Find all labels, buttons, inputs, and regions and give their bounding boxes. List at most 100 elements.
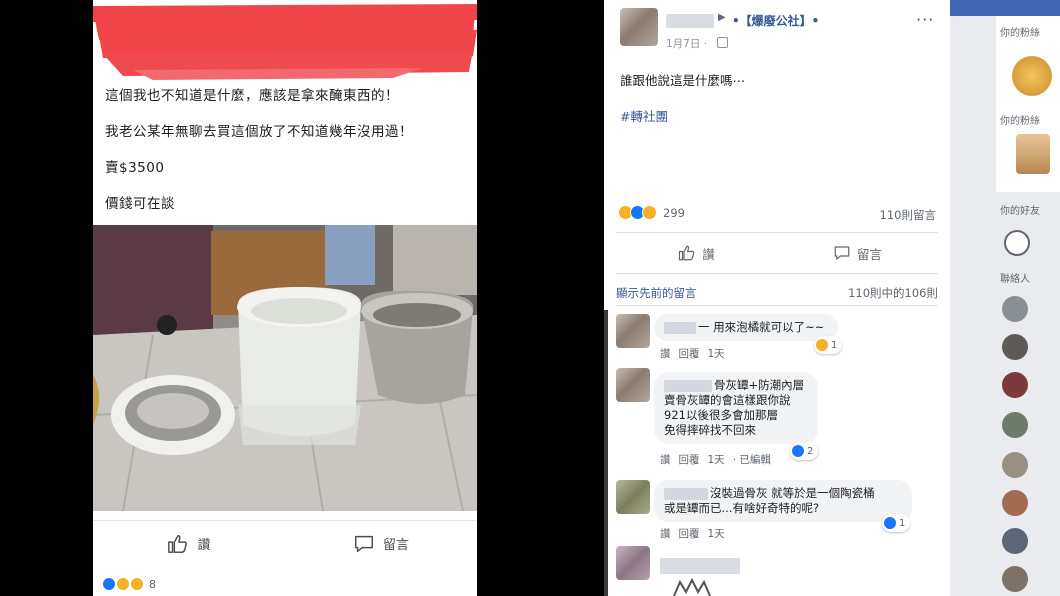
comment-bubble: 沒裝過骨灰 就等於是一個陶瓷桶 或是罈而已...有啥好奇特的呢? — [654, 480, 912, 522]
triangle-right-icon: ▶ — [718, 12, 726, 23]
comment-text-line-3: 921以後很多會加那層 — [664, 408, 778, 422]
show-previous-comments-link[interactable]: 顯示先前的留言 — [616, 285, 697, 301]
like-button[interactable]: 讚 — [616, 233, 777, 273]
contact-avatar[interactable] — [1002, 334, 1028, 360]
comment-reply-link[interactable]: 回覆 — [679, 526, 700, 541]
wow-reaction-icon — [131, 578, 143, 590]
thumbs-up-icon — [679, 245, 695, 261]
left-comment-label: 留言 — [382, 538, 409, 553]
comment-item: 沒裝過骨灰 就等於是一個陶瓷桶 或是罈而已...有啥好奇特的呢? 1 讚 回覆 … — [604, 478, 950, 542]
comment-like-link[interactable]: 讚 — [660, 526, 671, 541]
comment-time[interactable]: 1天 — [708, 452, 725, 467]
comment-reactions[interactable]: 2 — [790, 442, 819, 460]
comment-item: 一 用來泡橘就可以了~~ 1 讚 回覆 1天 — [604, 312, 950, 368]
comment-edited: · 已編輯 — [732, 454, 771, 466]
comment-meta: 讚 回覆 1天 · 已編輯 — [660, 452, 771, 467]
commenter-name-blurred[interactable] — [664, 487, 708, 500]
commenter-name-blurred[interactable] — [664, 379, 712, 392]
sidebar-title-4: 聯絡人 — [1000, 274, 1030, 285]
comment-reactions[interactable]: 1 — [882, 514, 911, 532]
post-hashtag[interactable]: #轉社團 — [620, 106, 668, 125]
commenter-avatar[interactable] — [616, 368, 650, 402]
like-icon — [792, 445, 804, 457]
post-date[interactable]: 1月7日 · — [666, 36, 707, 51]
comment-text-line-1: 沒裝過骨灰 就等於是一個陶瓷桶 — [710, 486, 875, 500]
left-comment-button[interactable]: 留言 — [285, 521, 477, 566]
right-post-panel: ▶ •【爆廢公社】• 1月7日 · ··· 誰跟他說這是什麼嗎⋯ #轉社團 29… — [604, 0, 950, 596]
group-avatar[interactable] — [620, 8, 658, 46]
left-phone-screenshot: 這個我也不知道是什麼，應該是拿來醃東西的！ 我老公某年無聊去買這個放了不知道幾年… — [93, 0, 477, 596]
comment-item: 骨灰罈+防潮內層 賣骨灰罈的會這樣跟你說 921以後很多會加那層 免得摔碎找不回… — [604, 366, 950, 472]
more-options-icon[interactable]: ··· — [916, 10, 934, 29]
comment-text-line-2: 或是罈而已...有啥好奇特的呢? — [664, 501, 820, 515]
comment-meta: 讚 回覆 1天 — [660, 346, 725, 361]
redaction-scribble — [93, 0, 477, 80]
comment-text: 一 用來泡橘就可以了~~ — [698, 320, 825, 334]
audience-icon — [717, 37, 728, 48]
left-like-label: 讚 — [197, 538, 211, 553]
comment-like-link[interactable]: 讚 — [660, 452, 671, 467]
sidebar-title-3: 你的好友 — [1000, 206, 1040, 217]
commenter-name-blurred[interactable] — [660, 558, 740, 574]
post-line-3: 賣$3500 — [105, 160, 165, 176]
thumbs-up-icon — [168, 534, 188, 553]
contact-avatar[interactable] — [1002, 412, 1028, 438]
commenter-avatar[interactable] — [616, 480, 650, 514]
comment-item — [604, 546, 950, 596]
sidebar-title-1: 你的粉絲 — [1000, 28, 1040, 39]
comment-react-count: 2 — [807, 445, 814, 457]
comment-time[interactable]: 1天 — [708, 526, 725, 541]
comment-icon — [355, 535, 373, 552]
comment-time[interactable]: 1天 — [708, 346, 725, 361]
contact-avatar[interactable] — [1002, 490, 1028, 516]
wow-icon — [642, 205, 657, 220]
like-reaction-icon — [103, 578, 115, 590]
commenter-avatar[interactable] — [616, 314, 650, 348]
comment-meta: 讚 回覆 1天 — [660, 526, 725, 541]
comment-button[interactable]: 留言 — [777, 233, 938, 273]
comment-text-line-2: 賣骨灰罈的會這樣跟你說 — [664, 393, 791, 407]
like-icon — [884, 517, 896, 529]
commenter-avatar[interactable] — [616, 546, 650, 580]
post-line-2: 我老公某年無聊去買這個放了不知道幾年沒用過！ — [105, 124, 413, 140]
haha-icon — [816, 339, 828, 351]
comment-reactions[interactable]: 1 — [814, 336, 843, 354]
left-reaction-summary[interactable]: 8 — [103, 572, 156, 596]
comment-react-count: 1 — [831, 339, 838, 351]
post-line-1: 這個我也不知道是什麼，應該是拿來醃東西的！ — [105, 88, 399, 104]
sidebar-status-icon[interactable] — [1004, 230, 1030, 256]
post-text: 這個我也不知道是什麼，應該是拿來醃東西的！ 我老公某年無聊去買這個放了不知道幾年… — [105, 86, 465, 230]
sticker-icon — [673, 577, 711, 596]
post-photo[interactable] — [93, 225, 477, 511]
comment-reply-link[interactable]: 回覆 — [679, 346, 700, 361]
comment-label: 留言 — [856, 246, 882, 262]
comment-bubble: 骨灰罈+防潮內層 賣骨灰罈的會這樣跟你說 921以後很多會加那層 免得摔碎找不回… — [654, 372, 818, 444]
like-label: 讚 — [702, 246, 715, 262]
left-like-button[interactable]: 讚 — [93, 521, 285, 566]
divider — [604, 310, 608, 596]
sidebar-thumb[interactable] — [1016, 134, 1050, 174]
comment-text-line-1: 骨灰罈+防潮內層 — [714, 378, 805, 392]
sidebar-title-2: 你的粉絲 — [1000, 116, 1040, 127]
commenter-name-blurred[interactable] — [664, 321, 696, 334]
contact-avatar[interactable] — [1002, 452, 1028, 478]
comment-like-link[interactable]: 讚 — [660, 346, 671, 361]
contact-avatar[interactable] — [1002, 528, 1028, 554]
contact-avatar[interactable] — [1002, 372, 1028, 398]
group-name[interactable]: •【爆廢公社】• — [732, 12, 819, 29]
contact-avatar[interactable] — [1002, 296, 1028, 322]
left-reaction-count: 8 — [149, 577, 156, 591]
post-body: 誰跟他說這是什麼嗎⋯ — [620, 73, 746, 88]
sidebar-avatar[interactable] — [1012, 56, 1052, 96]
comment-count[interactable]: 110則留言 — [880, 207, 936, 223]
contact-avatar[interactable] — [1002, 566, 1028, 592]
comment-text-line-4: 免得摔碎找不回來 — [664, 423, 756, 437]
sidebar-card: 你的粉絲 你的粉絲 — [996, 16, 1060, 192]
comment-reply-link[interactable]: 回覆 — [679, 452, 700, 467]
haha-reaction-icon — [117, 578, 129, 590]
poster-name-blurred[interactable] — [666, 14, 714, 28]
top-nav-bar — [950, 0, 1060, 16]
comment-bubble: 一 用來泡橘就可以了~~ — [654, 314, 838, 341]
comment-pager: 110則中的106則 — [848, 286, 938, 300]
reaction-summary[interactable]: 299 — [618, 205, 685, 220]
